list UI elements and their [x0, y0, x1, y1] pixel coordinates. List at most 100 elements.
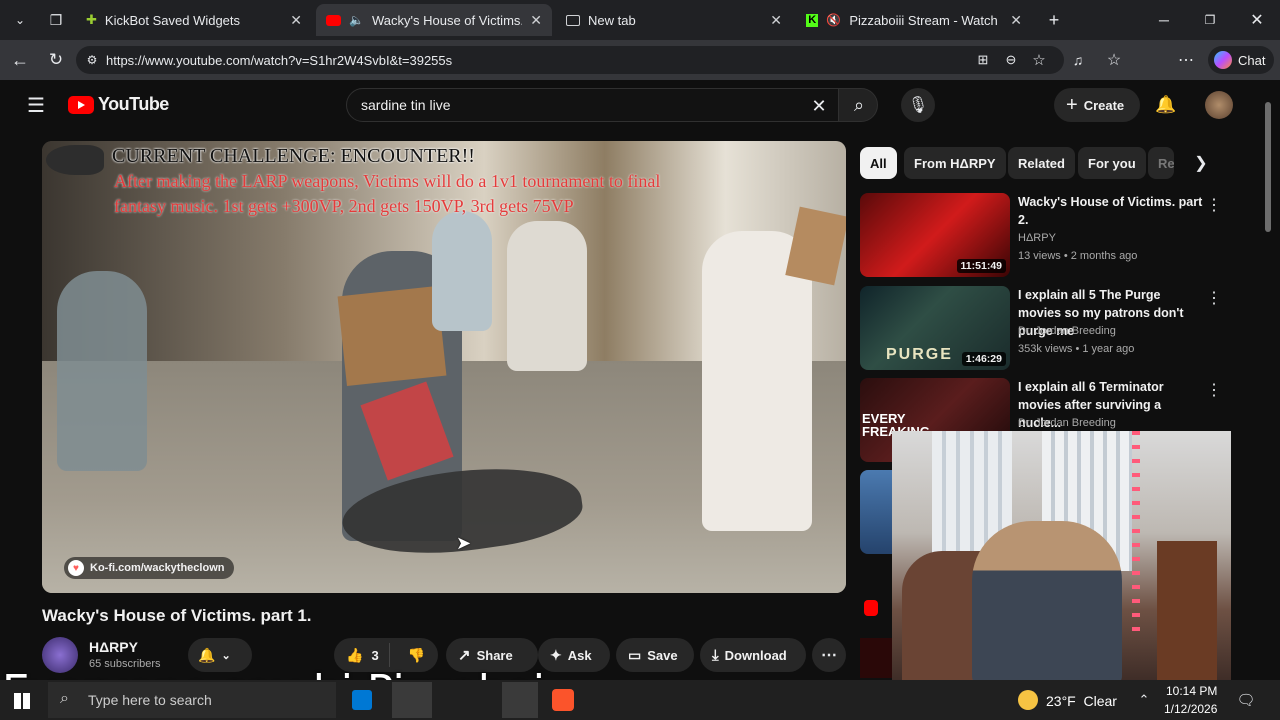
thumbs-down-icon: 👎 [407, 646, 426, 663]
channel-name[interactable]: HΔRPY [89, 639, 138, 655]
close-icon[interactable]: ✕ [290, 12, 302, 29]
workspaces-icon[interactable]: ❐ [44, 8, 68, 32]
tab-newtab[interactable]: New tab ✕ [556, 4, 792, 36]
chevron-right-icon[interactable]: ❯ [1188, 151, 1214, 175]
tab-kick-stream[interactable]: K 🔇 Pizzaboiii Stream - Watch Live ✕ [796, 4, 1032, 36]
suggestion-thumbnail[interactable]: 11:51:49 [860, 193, 1010, 277]
back-arrow-icon[interactable]: ← [8, 48, 32, 72]
refresh-icon[interactable]: ↻ [44, 48, 68, 72]
filter-chip-more[interactable]: Re [1148, 147, 1174, 179]
bookshelf [1157, 541, 1217, 686]
tab-youtube[interactable]: 🔈 Wacky's House of Victims. par ✕ [316, 4, 552, 36]
kebab-menu-icon[interactable]: ⋮ [1206, 380, 1222, 400]
account-avatar[interactable] [1205, 91, 1233, 119]
search-input[interactable]: sardine tin live ✕ [346, 88, 840, 122]
suggestion-meta: 13 views • 2 months ago [1018, 250, 1138, 262]
weather-text[interactable]: 23°F Clear [1046, 693, 1117, 709]
youtube-logo[interactable]: YouTube [68, 94, 169, 115]
challenge-title: CURRENT CHALLENGE: ENCOUNTER!! [112, 145, 475, 167]
download-label: Download [724, 647, 787, 663]
search-placeholder: Type here to search [88, 692, 212, 708]
more-menu-icon[interactable]: ⋯ [1174, 48, 1198, 72]
favorites-icon[interactable]: ☆ [1102, 48, 1126, 72]
notifications-bell-icon[interactable]: 🔔 [1154, 93, 1178, 117]
clock-time[interactable]: 10:14 PM [1166, 684, 1217, 698]
tab-strip: ⌄ ❐ ✚ KickBot Saved Widgets ✕ 🔈 Wacky's … [0, 0, 1280, 40]
download-button[interactable]: ⤓ Download [700, 638, 806, 672]
like-button[interactable]: 👍 3 [334, 643, 390, 667]
taskbar-search-input[interactable]: ⌕ Type here to search [48, 682, 336, 718]
window-close-icon[interactable]: ✕ [1245, 8, 1269, 32]
mic-icon[interactable]: 🎙 [901, 88, 935, 122]
edge-browser-icon[interactable] [392, 682, 432, 718]
kofi-link: Ko-fi.com/wackytheclown [90, 562, 225, 574]
challenge-text-line-1: After making the LARP weapons, Victims w… [114, 171, 661, 191]
video-player[interactable]: CURRENT CHALLENGE: ENCOUNTER!! After mak… [42, 141, 846, 593]
thumbnail-text: PURGE [886, 346, 953, 363]
challenge-text-line-2: fantasy music. 1st gets +300VP, 2nd gets… [114, 196, 574, 216]
tab-list-chevron-icon[interactable]: ⌄ [8, 8, 32, 32]
kebab-menu-icon[interactable]: ⋮ [1206, 195, 1222, 215]
chevron-down-icon: ⌄ [221, 649, 231, 662]
suggestion-item[interactable]: 11:51:49 Wacky's House of Victims. part … [860, 193, 1230, 279]
save-button[interactable]: ▭ Save [616, 638, 694, 672]
kofi-cup-icon: ♥ [68, 560, 84, 576]
newtab-icon [566, 14, 580, 26]
bookmark-star-icon[interactable]: ☆ [1030, 50, 1048, 70]
page-scrollbar[interactable] [1264, 92, 1272, 678]
chat-button[interactable]: Chat [1208, 46, 1274, 74]
url-field[interactable]: ⚙ https://www.youtube.com/watch?v=S1hr2W… [76, 46, 1064, 74]
person-figure [507, 221, 587, 371]
search-value: sardine tin live [361, 97, 451, 113]
photos-icon[interactable] [502, 682, 538, 718]
video-duration: 11:51:49 [956, 259, 1006, 273]
kebab-menu-icon[interactable]: ⋮ [1206, 288, 1222, 308]
create-label: Create [1083, 97, 1125, 113]
clock-date[interactable]: 1/12/2026 [1164, 702, 1217, 716]
kofi-badge[interactable]: ♥ Ko-fi.com/wackytheclown [64, 557, 235, 579]
site-info-icon[interactable]: ⚙ [84, 51, 100, 69]
filter-chip-all[interactable]: All [860, 147, 897, 179]
clear-search-icon[interactable]: ✕ [807, 94, 831, 118]
filter-chip-for-you[interactable]: For you [1078, 147, 1146, 179]
cardboard-armor [337, 286, 447, 386]
create-button[interactable]: + Create [1054, 88, 1140, 122]
filter-chip-from-channel[interactable]: From HΔRPY [904, 147, 1006, 179]
suggestion-thumbnail-partial[interactable] [860, 470, 892, 554]
notification-center-icon[interactable]: 🗨 [1236, 690, 1256, 710]
restore-icon[interactable]: ❐ [1198, 8, 1222, 32]
suggestion-thumbnail-partial[interactable] [860, 638, 892, 678]
app-available-icon[interactable]: ⊞ [974, 50, 992, 70]
suggestion-channel: Dr. Jordan Breeding [1018, 417, 1116, 429]
new-tab-plus-icon[interactable]: + [1042, 8, 1066, 32]
ask-button[interactable]: ✦ Ask [538, 638, 610, 672]
close-icon[interactable]: ✕ [530, 12, 542, 29]
dislike-button[interactable]: 👎 [396, 647, 437, 664]
youtube-icon [326, 14, 342, 26]
extensions-icon[interactable]: ♫ [1066, 48, 1090, 72]
close-icon[interactable]: ✕ [770, 12, 782, 29]
suggestion-channel: Dr. Jordan Breeding [1018, 325, 1116, 337]
zoom-icon[interactable]: ⊖ [1002, 50, 1020, 70]
brave-browser-icon[interactable] [552, 689, 574, 711]
tab-kickbot[interactable]: ✚ KickBot Saved Widgets ✕ [76, 4, 312, 36]
more-actions-icon[interactable]: ⋯ [812, 638, 846, 672]
tab-title: KickBot Saved Widgets [104, 12, 241, 28]
suggestion-item[interactable]: PURGE 1:46:29 I explain all 5 The Purge … [860, 286, 1230, 372]
save-label: Save [647, 647, 678, 663]
chat-label: Chat [1238, 52, 1266, 68]
tab-title: New tab [588, 12, 636, 28]
minimize-icon[interactable]: ─ [1152, 8, 1176, 32]
filter-chip-related[interactable]: Related [1008, 147, 1075, 179]
windows-store-icon[interactable] [352, 690, 372, 710]
close-icon[interactable]: ✕ [1010, 12, 1022, 29]
windows-start-icon[interactable] [14, 693, 30, 709]
scrollbar-thumb[interactable] [1265, 102, 1271, 232]
search-button[interactable]: ⌕ [838, 88, 878, 122]
tray-chevron-up-icon[interactable]: ⌃ [1134, 690, 1154, 710]
windows-taskbar: ⌕ Type here to search 23°F Clear ⌃ 10:14… [0, 680, 1280, 720]
hamburger-menu-icon[interactable]: ☰ [24, 93, 48, 117]
muted-icon[interactable]: 🔇 [826, 13, 841, 27]
suggestion-thumbnail[interactable]: PURGE 1:46:29 [860, 286, 1010, 370]
audio-playing-icon[interactable]: 🔈 [349, 13, 364, 27]
